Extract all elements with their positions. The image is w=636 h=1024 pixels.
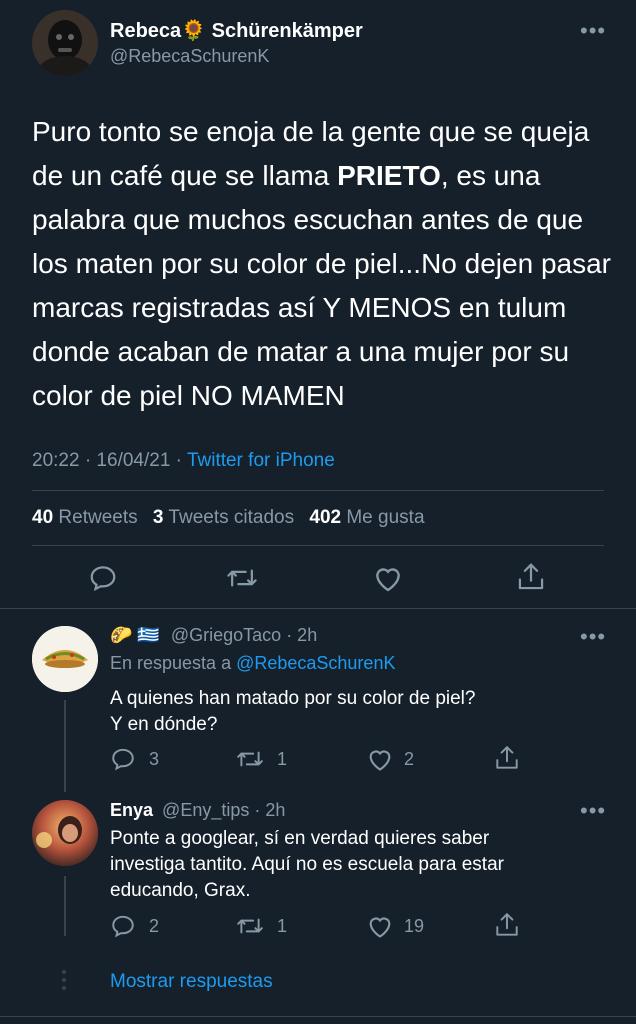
- reply1-share-icon[interactable]: [494, 744, 520, 772]
- divider-2: [32, 545, 604, 546]
- tweet-source-link[interactable]: Twitter for iPhone: [187, 450, 335, 471]
- reply2-text-line2: investiga tantito. Aquí no es escuela pa…: [110, 854, 504, 875]
- reply1-text: A quienes han matado por su color de pie…: [110, 686, 475, 738]
- reply2-time: · 2h: [254, 800, 286, 820]
- reply1-avatar[interactable]: [32, 626, 98, 692]
- reply1-header: 🌮 🇬🇷 @GriegoTaco · 2h: [110, 625, 317, 646]
- retweets-label: Retweets: [58, 507, 138, 528]
- tweet-stats: 40 Retweets 3 Tweets citados 402 Me gust…: [32, 507, 425, 529]
- reply1-reply-to-label: En respuesta a: [110, 653, 237, 673]
- retweets-stat[interactable]: 40 Retweets: [32, 507, 138, 528]
- share-icon[interactable]: [516, 561, 546, 593]
- reply2-avatar[interactable]: [32, 800, 98, 866]
- tweet-text-bold: PRIETO: [337, 160, 441, 191]
- reply2-more-options-icon[interactable]: •••: [580, 800, 606, 822]
- like-icon[interactable]: [372, 563, 404, 593]
- quotes-stat[interactable]: 3 Tweets citados: [153, 507, 294, 528]
- tweet-text-part2: , es una palabra que muchos escuchan ant…: [32, 160, 611, 411]
- author-name[interactable]: Rebeca🌻 Schürenkämper: [110, 18, 363, 43]
- author-avatar[interactable]: [32, 10, 98, 76]
- reply2-reply-count: 2: [149, 916, 160, 936]
- reply2-reply-icon[interactable]: [110, 913, 136, 939]
- author-first-name: Rebeca: [110, 20, 182, 42]
- reply1-text-line2: Y en dónde?: [110, 714, 218, 735]
- reply2-retweet-count: 1: [277, 916, 288, 936]
- reply2-author-name[interactable]: Enya: [110, 800, 153, 820]
- reply1-reply-to: En respuesta a @RebecaSchurenK: [110, 653, 395, 674]
- reply1-reply-count: 3: [149, 749, 160, 769]
- reply1-retweet-count: 1: [277, 749, 288, 769]
- reply1-handle[interactable]: @GriegoTaco: [171, 625, 281, 645]
- sunflower-emoji: 🌻: [181, 20, 207, 42]
- reply1-reply-to-handle[interactable]: @RebecaSchurenK: [236, 653, 395, 673]
- more-options-icon[interactable]: •••: [580, 20, 606, 42]
- divider-1: [32, 490, 604, 491]
- retweet-icon[interactable]: [226, 563, 258, 593]
- reply-icon[interactable]: [88, 563, 118, 593]
- quotes-label: Tweets citados: [168, 507, 295, 528]
- retweets-count: 40: [32, 507, 54, 528]
- tweet-text: Puro tonto se enoja de la gente que se q…: [32, 110, 612, 418]
- reply1-text-line1: A quienes han matado por su color de pie…: [110, 688, 476, 709]
- reply2-retweet-icon[interactable]: [236, 913, 264, 939]
- reply2-like-icon[interactable]: [366, 913, 394, 939]
- reply1-like-count: 2: [404, 749, 415, 769]
- divider-3: [0, 608, 636, 609]
- tweet-meta: 20:22 · 16/04/21 · Twitter for iPhone: [32, 450, 335, 472]
- author-handle[interactable]: @RebecaSchurenK: [110, 46, 269, 67]
- reply2-like-count: 19: [404, 916, 425, 936]
- reply1-more-options-icon[interactable]: •••: [580, 626, 606, 648]
- reply2-handle[interactable]: @Eny_tips: [162, 800, 249, 820]
- likes-count: 402: [309, 507, 342, 528]
- reply1-reply-icon[interactable]: [110, 746, 136, 772]
- reply2-text-line1: Ponte a googlear, sí en verdad quieres s…: [110, 828, 490, 849]
- likes-label: Me gusta: [346, 507, 425, 528]
- show-replies-dots-icon: [62, 970, 68, 990]
- reply2-text-line3: educando, Grax.: [110, 880, 251, 901]
- author-surname: Schürenkämper: [211, 20, 363, 42]
- reply1-retweet-icon[interactable]: [236, 746, 264, 772]
- reply2-thread-line: [64, 876, 66, 936]
- reply1-like-icon[interactable]: [366, 746, 394, 772]
- reply2-header: Enya @Eny_tips · 2h: [110, 800, 285, 821]
- reply1-time: · 2h: [286, 625, 318, 645]
- reply2-text: Ponte a googlear, sí en verdad quieres s…: [110, 826, 504, 904]
- reply2-share-icon[interactable]: [494, 911, 520, 939]
- reply1-author-name[interactable]: 🌮 🇬🇷: [110, 625, 160, 645]
- quotes-count: 3: [152, 507, 164, 528]
- bottom-divider: [0, 1016, 636, 1017]
- thread-line: [64, 700, 66, 792]
- tweet-timestamp: 20:22 · 16/04/21 ·: [32, 450, 187, 471]
- show-replies-link[interactable]: Mostrar respuestas: [110, 971, 273, 993]
- likes-stat[interactable]: 402 Me gusta: [309, 507, 424, 528]
